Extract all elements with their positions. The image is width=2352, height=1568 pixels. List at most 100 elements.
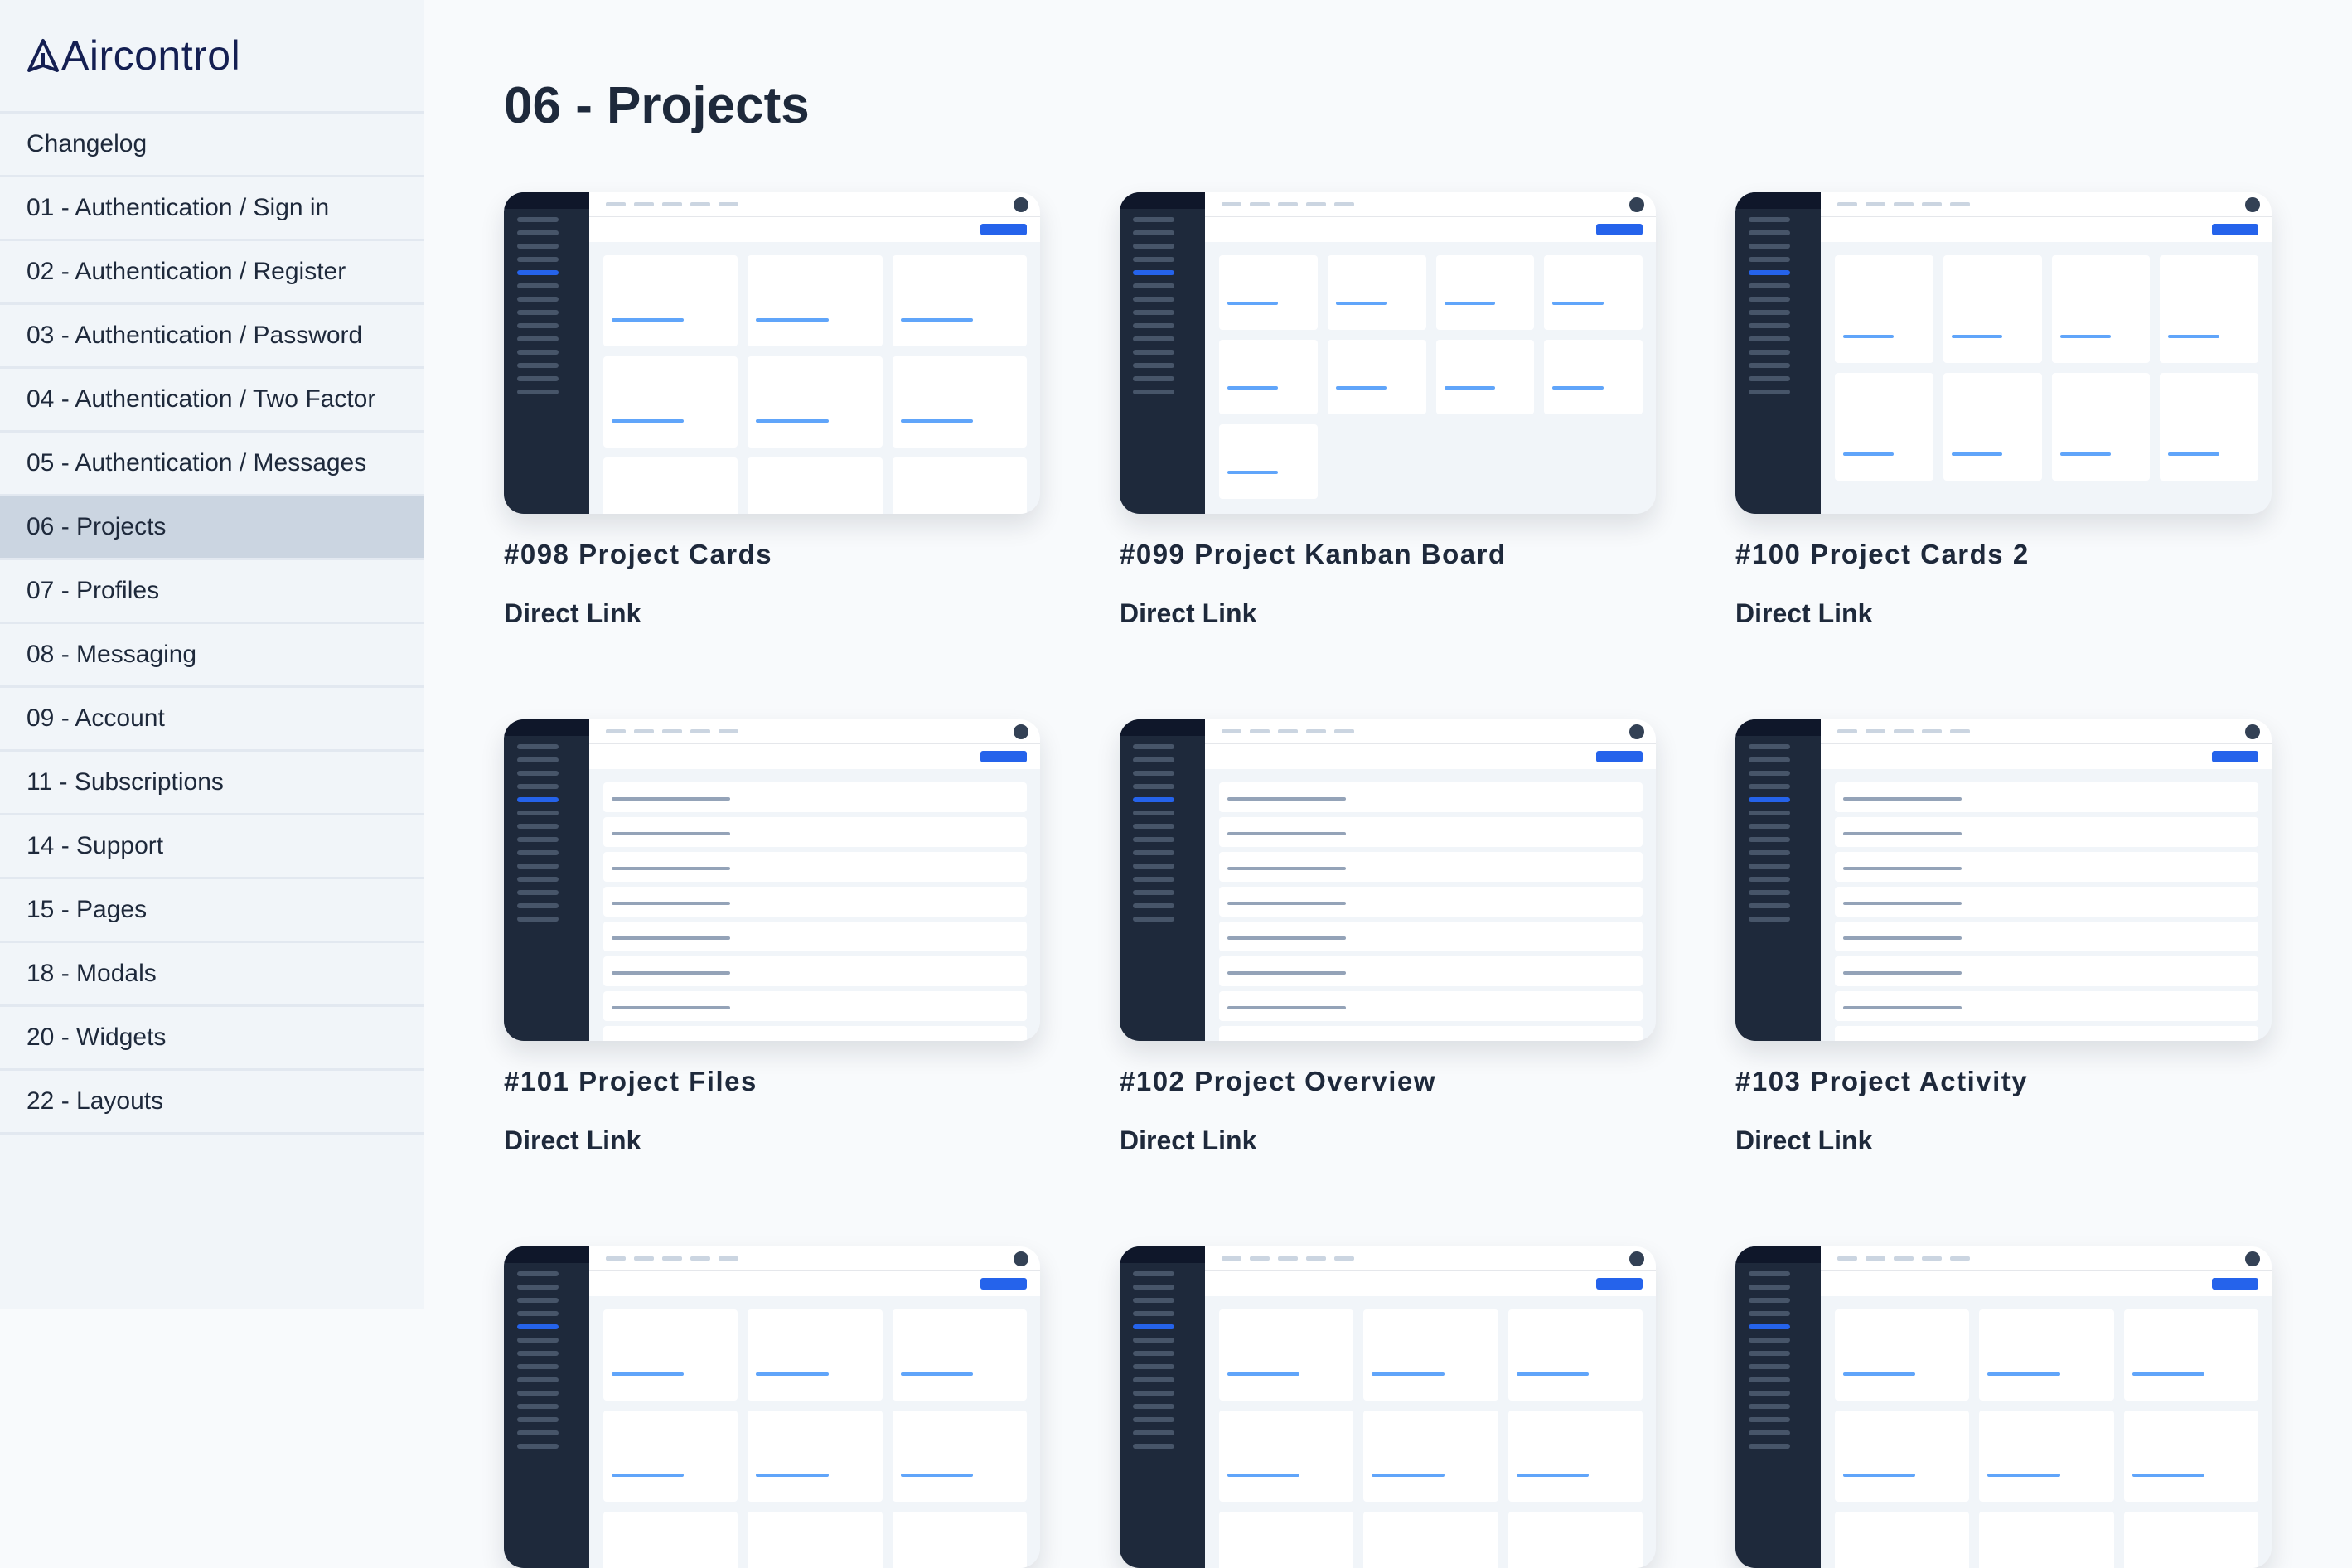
thumbnail-topbar xyxy=(1205,719,1656,744)
card-title: #103 Project Activity xyxy=(1735,1066,2029,1096)
thumbnail-subheader xyxy=(589,744,1040,769)
project-card xyxy=(504,1246,1040,1568)
thumbnail-block xyxy=(748,255,883,346)
thumbnail-subheader xyxy=(589,1271,1040,1296)
thumbnail-block xyxy=(1835,1026,2258,1041)
direct-link[interactable]: Direct Link xyxy=(1120,598,1256,629)
thumbnail-block xyxy=(1219,1411,1354,1502)
page-thumbnail[interactable] xyxy=(504,1246,1040,1568)
thumbnail-button xyxy=(1596,751,1643,762)
nav-changelog[interactable]: Changelog xyxy=(0,114,424,177)
project-card xyxy=(1735,1246,2272,1568)
thumbnail-subheader xyxy=(1205,217,1656,242)
thumbnail-block xyxy=(1363,1512,1498,1568)
nav-pages[interactable]: 15 - Pages xyxy=(0,879,424,943)
thumbnail-block xyxy=(603,991,1027,1021)
thumbnail-block xyxy=(892,457,1027,514)
page-thumbnail[interactable] xyxy=(1120,719,1656,1041)
thumbnail-block xyxy=(1219,817,1643,847)
project-card xyxy=(1120,1246,1656,1568)
thumbnail-block xyxy=(1979,1411,2114,1502)
thumbnail-topbar xyxy=(1821,192,2272,217)
nav-subscriptions[interactable]: 11 - Subscriptions xyxy=(0,752,424,815)
thumbnail-block xyxy=(603,956,1027,986)
brand-logo[interactable]: Aircontrol xyxy=(0,0,424,114)
thumbnail-body xyxy=(1835,255,2258,514)
thumbnail-block xyxy=(1219,887,1643,917)
page-thumbnail[interactable] xyxy=(504,192,1040,514)
nav-auth-two-factor[interactable]: 04 - Authentication / Two Factor xyxy=(0,369,424,433)
nav-messaging[interactable]: 08 - Messaging xyxy=(0,624,424,688)
thumbnail-block xyxy=(603,356,738,448)
thumbnail-block xyxy=(1835,922,2258,951)
nav-profiles[interactable]: 07 - Profiles xyxy=(0,560,424,624)
nav-auth-messages[interactable]: 05 - Authentication / Messages xyxy=(0,433,424,496)
project-card: #098 Project Cards Direct Link xyxy=(504,192,1040,628)
thumbnail-block xyxy=(603,1512,738,1568)
nav-support[interactable]: 14 - Support xyxy=(0,815,424,879)
nav-widgets[interactable]: 20 - Widgets xyxy=(0,1007,424,1071)
thumbnail-block xyxy=(1435,255,1535,330)
page-thumbnail[interactable] xyxy=(1735,192,2272,514)
thumbnail-block xyxy=(2160,373,2258,481)
thumbnail-button xyxy=(980,1278,1027,1290)
thumbnail-block xyxy=(892,1411,1027,1502)
page-thumbnail[interactable] xyxy=(504,719,1040,1041)
thumbnail-block xyxy=(1979,1309,2114,1401)
thumbnail-block xyxy=(1508,1512,1643,1568)
thumbnail-block xyxy=(892,356,1027,448)
thumbnail-sidebar xyxy=(1735,192,1821,514)
direct-link[interactable]: Direct Link xyxy=(504,598,641,629)
direct-link[interactable]: Direct Link xyxy=(504,1125,641,1156)
thumbnail-button xyxy=(1596,224,1643,235)
project-card: #103 Project Activity Direct Link xyxy=(1735,719,2272,1155)
page-thumbnail[interactable] xyxy=(1735,1246,2272,1568)
thumbnail-block xyxy=(748,457,883,514)
thumbnail-button xyxy=(2212,1278,2258,1290)
avatar xyxy=(1014,724,1028,739)
thumbnail-block xyxy=(1219,1309,1354,1401)
thumbnail-block xyxy=(2123,1512,2258,1568)
thumbnail-subheader xyxy=(1821,744,2272,769)
nav-layouts[interactable]: 22 - Layouts xyxy=(0,1071,424,1135)
project-card: #099 Project Kanban Board Direct Link xyxy=(1120,192,1656,628)
thumbnail-body xyxy=(603,255,1027,514)
thumbnail-block xyxy=(603,255,738,346)
thumbnail-block xyxy=(1327,340,1426,414)
nav-auth-sign-in[interactable]: 01 - Authentication / Sign in xyxy=(0,177,424,241)
nav-modals[interactable]: 18 - Modals xyxy=(0,943,424,1007)
thumbnail-subheader xyxy=(1205,744,1656,769)
thumbnail-sidebar xyxy=(504,192,589,514)
direct-link[interactable]: Direct Link xyxy=(1735,1125,1872,1156)
page-thumbnail[interactable] xyxy=(1120,192,1656,514)
thumbnail-block xyxy=(2123,1411,2258,1502)
thumbnail-block xyxy=(1835,782,2258,812)
thumbnail-body xyxy=(1219,255,1643,514)
page-thumbnail[interactable] xyxy=(1120,1246,1656,1568)
avatar xyxy=(1629,1251,1644,1266)
thumbnail-body xyxy=(1835,1309,2258,1568)
project-card: #102 Project Overview Direct Link xyxy=(1120,719,1656,1155)
thumbnail-block xyxy=(1219,922,1643,951)
thumbnail-block xyxy=(1835,255,1933,363)
thumbnail-subheader xyxy=(1205,1271,1656,1296)
nav-account[interactable]: 09 - Account xyxy=(0,688,424,752)
thumbnail-block xyxy=(748,356,883,448)
thumbnail-block xyxy=(892,1309,1027,1401)
thumbnail-block xyxy=(1508,1411,1643,1502)
nav-projects[interactable]: 06 - Projects xyxy=(0,496,424,560)
thumbnail-button xyxy=(980,751,1027,762)
direct-link[interactable]: Direct Link xyxy=(1735,598,1872,629)
thumbnail-block xyxy=(1835,852,2258,882)
direct-link[interactable]: Direct Link xyxy=(1120,1125,1256,1156)
thumbnail-sidebar xyxy=(1735,719,1821,1041)
avatar xyxy=(2245,197,2260,212)
project-card: #100 Project Cards 2 Direct Link xyxy=(1735,192,2272,628)
thumbnail-sidebar xyxy=(504,719,589,1041)
thumbnail-block xyxy=(603,852,1027,882)
page-thumbnail[interactable] xyxy=(1735,719,2272,1041)
nav-auth-password[interactable]: 03 - Authentication / Password xyxy=(0,305,424,369)
aircontrol-logo-icon xyxy=(27,39,59,72)
thumbnail-block xyxy=(1835,1512,1970,1568)
nav-auth-register[interactable]: 02 - Authentication / Register xyxy=(0,241,424,305)
